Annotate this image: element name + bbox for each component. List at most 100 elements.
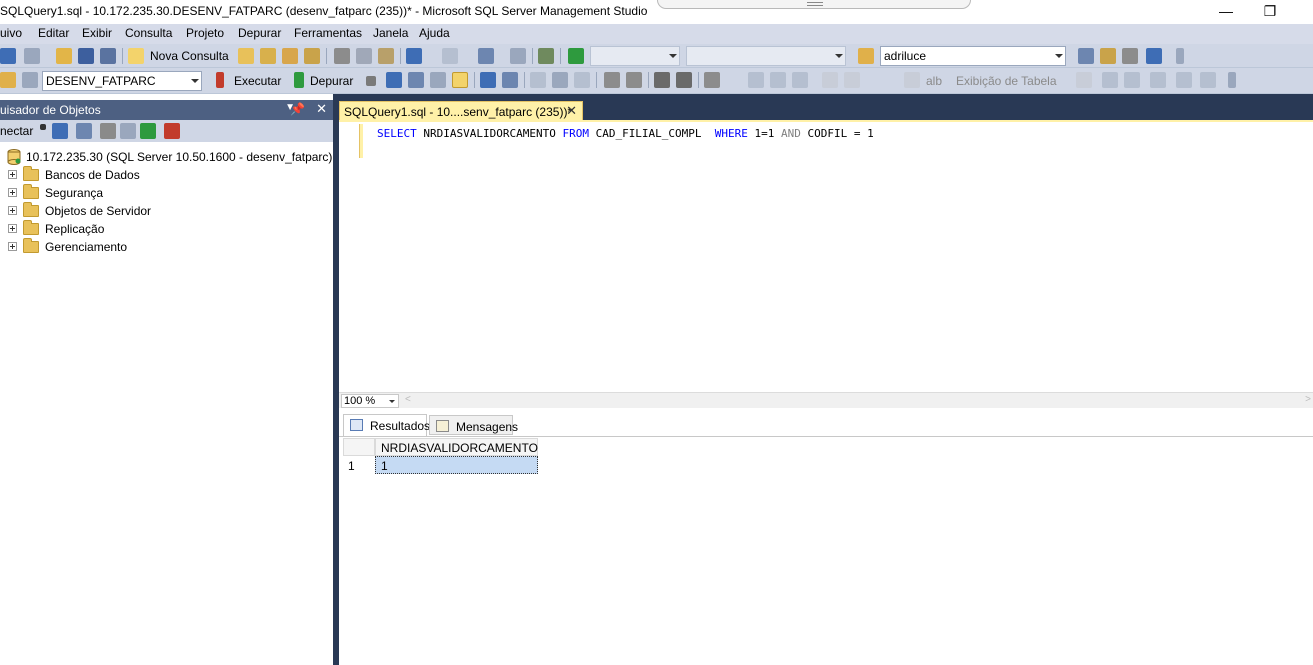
column-header[interactable]: NRDIASVALIDORCAMENTO — [375, 438, 538, 456]
expand-icon[interactable] — [8, 242, 17, 251]
object-explorer-icon[interactable] — [1100, 48, 1116, 64]
chevron-down-icon[interactable] — [40, 124, 46, 130]
save-all-icon[interactable] — [100, 48, 116, 64]
menu-depurar[interactable]: Depurar — [238, 26, 281, 40]
window-list-icon[interactable] — [510, 48, 526, 64]
menu-janela[interactable]: Janela — [373, 26, 408, 40]
comment-icon[interactable] — [604, 72, 620, 88]
menu-ferramentas[interactable]: Ferramentas — [294, 26, 362, 40]
execute-icon[interactable] — [216, 72, 224, 88]
debug-icon[interactable] — [294, 72, 304, 88]
open-file-icon[interactable] — [56, 48, 72, 64]
parse-icon[interactable] — [386, 72, 402, 88]
show-sql-icon[interactable] — [1176, 72, 1192, 88]
results-to-text-icon[interactable] — [574, 72, 590, 88]
debug-button[interactable]: Depurar — [310, 74, 353, 88]
new-project-icon[interactable] — [0, 48, 16, 64]
group-by-icon[interactable] — [844, 72, 860, 88]
tab-messages[interactable]: Mensagens — [429, 415, 518, 435]
decrease-indent-icon[interactable] — [654, 72, 670, 88]
show-criteria-icon[interactable] — [1150, 72, 1166, 88]
view-designer-icon[interactable] — [748, 72, 764, 88]
stop-icon[interactable] — [100, 123, 116, 139]
row-header-corner[interactable] — [343, 438, 375, 456]
intellisense-icon[interactable] — [480, 72, 496, 88]
copy-icon[interactable] — [356, 48, 372, 64]
window-grip[interactable] — [657, 0, 971, 9]
query-designer-icon[interactable] — [430, 72, 446, 88]
expand-icon[interactable] — [8, 224, 17, 233]
filter-icon[interactable] — [904, 72, 920, 88]
menu-projeto[interactable]: Projeto — [186, 26, 224, 40]
restore-button[interactable]: ❐ — [1247, 0, 1293, 24]
zoom-combo[interactable]: 100 % — [341, 394, 399, 408]
close-icon[interactable]: ✕ — [316, 101, 327, 117]
properties-icon[interactable] — [1122, 48, 1138, 64]
change-connection-icon[interactable] — [0, 72, 16, 88]
filter-icon[interactable] — [120, 123, 136, 139]
specify-template-icon[interactable] — [704, 72, 720, 88]
new-query-button[interactable]: Nova Consulta — [150, 49, 229, 63]
tab-results[interactable]: Resultados — [343, 414, 430, 436]
show-pane-icon[interactable] — [792, 72, 808, 88]
connect-button[interactable]: nectar — [0, 124, 33, 138]
dmx-query-icon[interactable] — [282, 48, 298, 64]
show-diagram-icon[interactable] — [1124, 72, 1140, 88]
add-table-icon[interactable] — [770, 72, 786, 88]
scroll-left-icon[interactable]: < — [405, 394, 411, 405]
add-item-icon[interactable] — [24, 48, 40, 64]
result-cell[interactable]: 1 — [375, 456, 538, 474]
solution-platform-combo[interactable] — [686, 46, 846, 66]
table-view-button[interactable]: Exibição de Tabela — [956, 74, 1057, 88]
sql-code-line[interactable]: SELECT NRDIASVALIDORCAMENTO FROM CAD_FIL… — [377, 127, 874, 140]
connect-server-icon[interactable] — [52, 123, 68, 139]
start-debug-icon[interactable] — [568, 48, 584, 64]
disconnect-icon[interactable] — [76, 123, 92, 139]
specify-values-icon[interactable] — [502, 72, 518, 88]
execute-button[interactable]: Executar — [234, 74, 281, 88]
activity-monitor-icon[interactable] — [538, 48, 554, 64]
row-number[interactable]: 1 — [343, 456, 375, 474]
xmla-query-icon[interactable] — [304, 48, 320, 64]
show-results-icon[interactable] — [1200, 72, 1216, 88]
tab-sqlquery1[interactable]: SQLQuery1.sql - 10....senv_fatparc (235)… — [339, 101, 583, 121]
menu-exibir[interactable]: Exibir — [82, 26, 112, 40]
cut-icon[interactable] — [334, 48, 350, 64]
toolbar-options-icon[interactable] — [1228, 72, 1236, 88]
toolbar-options-icon[interactable] — [1176, 48, 1184, 64]
close-tab-icon[interactable]: ✕ — [566, 103, 577, 119]
toolbox-icon[interactable] — [1146, 48, 1162, 64]
activity-monitor-icon[interactable] — [164, 123, 180, 139]
increase-indent-icon[interactable] — [676, 72, 692, 88]
scroll-right-icon[interactable]: > — [1305, 394, 1311, 405]
registered-servers-icon[interactable] — [1078, 48, 1094, 64]
results-to-grid-icon[interactable] — [452, 72, 468, 88]
menu-ajuda[interactable]: Ajuda — [419, 26, 450, 40]
minimize-button[interactable]: — — [1203, 0, 1249, 24]
save-icon[interactable] — [78, 48, 94, 64]
expand-icon[interactable] — [8, 170, 17, 179]
menu-editar[interactable]: Editar — [38, 26, 69, 40]
verify-sql-icon[interactable] — [822, 72, 838, 88]
menu-consulta[interactable]: Consulta — [125, 26, 172, 40]
include-plan-icon[interactable] — [530, 72, 546, 88]
database-combo[interactable]: DESENV_FATPARC — [42, 71, 202, 91]
refresh-icon[interactable] — [140, 123, 156, 139]
mdx-query-icon[interactable] — [260, 48, 276, 64]
available-databases-icon[interactable] — [22, 72, 38, 88]
menu-arquivo[interactable]: uivo — [0, 26, 22, 40]
cancel-query-icon[interactable] — [366, 76, 376, 86]
find-combo[interactable]: adriluce — [880, 46, 1066, 66]
undo-icon[interactable] — [406, 48, 422, 64]
uncomment-icon[interactable] — [626, 72, 642, 88]
new-query-icon[interactable] — [128, 48, 144, 64]
navigate-icon[interactable] — [478, 48, 494, 64]
redo-icon[interactable] — [442, 48, 458, 64]
solution-config-combo[interactable] — [590, 46, 680, 66]
expand-icon[interactable] — [8, 188, 17, 197]
paste-icon[interactable] — [378, 48, 394, 64]
find-in-files-icon[interactable] — [858, 48, 874, 64]
display-plan-icon[interactable] — [408, 72, 424, 88]
add-group-by-icon[interactable] — [1102, 72, 1118, 88]
expand-icon[interactable] — [8, 206, 17, 215]
